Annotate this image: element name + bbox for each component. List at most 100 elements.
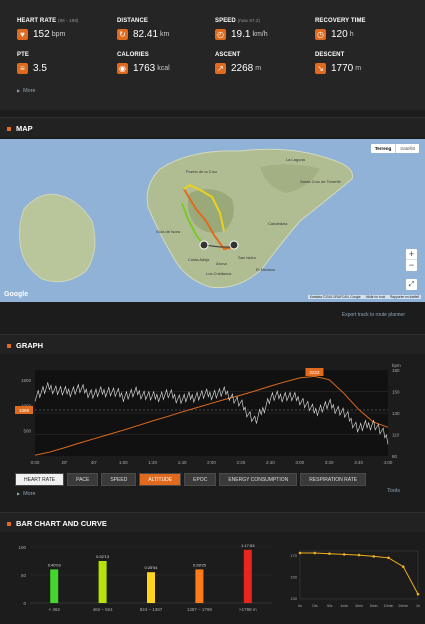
zoom-out-button[interactable]: − [406,260,417,271]
terms-link[interactable]: Vilkår for bruk [366,295,386,299]
x-tick-label: 1:00 [119,460,128,465]
y-right-tick-label: 80 [392,454,398,459]
curve-point [372,555,376,558]
category-label: < 462 [49,607,61,612]
tab-respiration-rate[interactable]: RESPIRATION RATE [300,473,367,486]
report-link[interactable]: Rapporter en kartfeil [390,295,419,299]
curve-x-tick-label: 1h [416,604,420,608]
place-label: San Isidro [238,255,257,260]
speed-icon: ◴ [215,29,226,40]
x-tick-label: 20' [61,460,67,465]
calories-icon: ◉ [117,63,128,74]
stat-unit: h [349,31,354,38]
category-label: >1798 m [239,607,257,612]
stat-label: CALORIES [117,52,217,58]
stat-value: 19.1 [231,29,251,40]
section-title: BAR CHART AND CURVE [7,519,107,528]
y-right-tick-label: 150 [392,390,400,395]
max-marker-label: 2222 [309,370,320,375]
stat-heart-rate: HEART RATE (96 - 198) ♥ 152 bpm [17,18,117,40]
tab-energy-consumption[interactable]: ENERGY CONSUMPTION [219,473,298,486]
x-tick-label: 1:40 [178,460,187,465]
bar-value-label: 0:28'25 [193,562,207,567]
tab-heart-rate[interactable]: HEART RATE [15,473,65,486]
fullscreen-button[interactable]: ⤢ [406,279,417,290]
stat-label-text: SPEED [215,18,236,24]
curve-x-tick-label: 1min [340,604,348,608]
map-attribution: Kartdata ©2016 GRAFCAN, Google Vilkår fo… [307,295,421,299]
stat-label-text: RECOVERY TIME [315,18,366,24]
export-route-link[interactable]: Export track to route planner [342,312,405,318]
x-tick-label: 2:20 [237,460,246,465]
curve-x-tick-label: 20min [398,604,408,608]
zoom-in-button[interactable]: + [406,249,417,260]
graph-tabs: HEART RATE PACE SPEED ALTITUDE EPOC ENERGY CO… [15,473,369,486]
tools-link[interactable]: Tools [387,488,400,494]
stat-value: 3.5 [33,63,47,74]
stat-value: 152 [33,29,50,40]
stat-sub: (96 - 198) [58,18,79,23]
stat-row: ↗ 2268 m [215,63,315,74]
stats-panel: HEART RATE (96 - 198) ♥ 152 bpm DISTANCE ↻ 82… [0,0,425,110]
stat-unit: km/h [252,31,268,38]
altitude-bar-chart: 0 50 100 0:40'03 < 462 0:32'13 462 – 924 0:25'5… [0,537,280,619]
bar [50,569,59,603]
bar-value-label: 0:25'54 [145,565,159,570]
bar [98,561,107,603]
stat-label-text: PTE [17,52,29,58]
tab-epoc[interactable]: EPOC [184,473,217,486]
place-label: Guia de Isora [156,229,181,234]
graph-chart[interactable]: 0:00 20' 40' 1:00 1:20 1:40 2:00 2:20 2:40 3:00 3:… [0,358,425,468]
more-link[interactable]: More [17,88,36,94]
pte-icon: ≡ [17,63,28,74]
y-tick-label: 50 [21,573,27,578]
stat-value: 82.41 [133,29,159,40]
bar [243,549,252,603]
stat-row: ≡ 3.5 [17,63,117,74]
y-left-tick-label: 1500 [21,378,32,383]
place-label: Los Cristianos [206,271,232,276]
route-map[interactable]: Terreng Satellitt Puerto de la Cruz La L… [0,139,425,302]
stat-label: PTE [17,52,117,58]
tab-pace[interactable]: PACE [67,473,99,486]
x-tick-label: 1:20 [148,460,157,465]
altitude-marker: 1069 [15,406,33,414]
stat-unit: bpm [51,31,66,38]
stat-row: ◷ 120 h [315,29,415,40]
curve-point [342,553,346,556]
curve-point [328,552,331,555]
section-title: GRAPH [7,341,43,350]
bar-value-label: 0:40'03 [48,562,62,567]
tab-altitude[interactable]: ALTITUDE [139,473,182,486]
bars-section-header: BAR CHART AND CURVE [0,512,425,532]
stat-label-text: CALORIES [117,52,149,58]
place-label: Candelaria [268,221,288,226]
category-label: 924 – 1387 [140,607,163,612]
curve-x-tick-label: 3min [355,604,363,608]
stat-unit: kcal [157,65,170,72]
map-section-header: MAP [0,117,425,137]
bar-value-label: 0:32'13 [96,554,110,559]
x-tick-label: 3:00 [295,460,304,465]
stat-unit: m [355,65,362,72]
google-logo: Google [4,291,29,298]
curve-x-tick-label: 30s [327,604,333,608]
stat-value: 2268 [231,63,254,74]
x-tick-label: 0:00 [31,460,40,465]
stat-label: DISTANCE [117,18,217,24]
distance-icon: ↻ [117,29,128,40]
y-tick-label: 100 [18,545,26,550]
stat-label-text: DISTANCE [117,18,149,24]
graph-more-link[interactable]: More [17,491,36,497]
stat-label: DESCENT [315,52,415,58]
x-tick-label: 4:00 [384,460,393,465]
stat-distance: DISTANCE ↻ 82.41 km [117,18,217,40]
curve-x-tick-label: 0s [298,604,302,608]
stat-value: 1763 [133,63,156,74]
place-label: Santa Cruz de Tenerife [300,179,341,184]
tab-speed[interactable]: SPEED [101,473,137,486]
y-tick-label: 0 [23,601,26,606]
bar-value-label: 1:17:53 [241,543,255,548]
stat-speed: SPEED (max 57.2) ◴ 19.1 km/h [215,18,315,40]
y-right-unit: bpm [392,363,401,368]
